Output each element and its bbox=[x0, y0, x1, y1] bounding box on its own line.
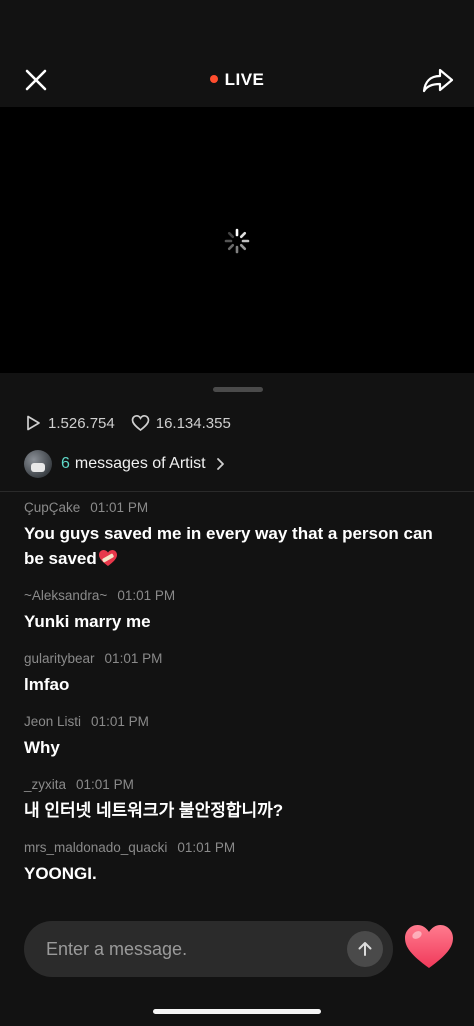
chat-message: mrs_maldonado_quacki 01:01 PM YOONGI. bbox=[24, 839, 454, 886]
message-time: 01:01 PM bbox=[90, 500, 149, 515]
live-label: LIVE bbox=[224, 70, 265, 89]
live-dot bbox=[209, 75, 218, 83]
message-time: 01:01 PM bbox=[76, 777, 134, 792]
heart-outline-icon bbox=[131, 414, 150, 432]
chat-panel: 1.526.754 16.134.355 6 messages of Artis… bbox=[0, 373, 474, 1026]
artist-avatar bbox=[24, 450, 52, 478]
message-text: Yunki marry me bbox=[24, 612, 151, 631]
message-text: You guys saved me in every way that a pe… bbox=[24, 521, 454, 571]
chat-message: ~Aleksandra~ 01:01 PM Yunki marry me bbox=[24, 587, 454, 634]
play-icon bbox=[27, 415, 40, 431]
chevron-right-icon bbox=[216, 458, 224, 470]
message-text: YOONGI. bbox=[24, 864, 97, 883]
message-meta: mrs_maldonado_quacki 01:01 PM bbox=[24, 839, 454, 857]
message-time: 01:01 PM bbox=[117, 588, 176, 603]
message-meta: _zyxita 01:01 PM bbox=[24, 776, 454, 794]
message-text-content: You guys saved me in every way that a pe… bbox=[24, 524, 433, 568]
message-composer bbox=[24, 921, 393, 977]
message-time: 01:01 PM bbox=[104, 651, 163, 666]
share-button[interactable] bbox=[420, 64, 456, 96]
heart-with-bandage-icon bbox=[98, 550, 117, 566]
arrow-up-icon bbox=[358, 942, 372, 956]
chat-message: _zyxita 01:01 PM 내 인터넷 네트워크가 불안정합니까? bbox=[24, 776, 454, 823]
message-username[interactable]: ÇupÇake bbox=[24, 500, 80, 515]
like-button[interactable] bbox=[403, 923, 455, 971]
message-username[interactable]: _zyxita bbox=[24, 777, 66, 792]
video-player[interactable] bbox=[0, 107, 474, 373]
top-bar: LIVE bbox=[0, 0, 474, 107]
like-count-value: 16.134.355 bbox=[155, 414, 231, 432]
loading-spinner-icon bbox=[224, 228, 250, 254]
message-input[interactable] bbox=[46, 921, 346, 977]
send-button[interactable] bbox=[347, 931, 383, 967]
message-meta: gularitybear 01:01 PM bbox=[24, 650, 454, 668]
message-username[interactable]: ~Aleksandra~ bbox=[24, 588, 107, 603]
like-count: 16.134.355 bbox=[131, 414, 231, 432]
message-meta: Jeon Listi 01:01 PM bbox=[24, 713, 454, 731]
chat-message: ÇupÇake 01:01 PM You guys saved me in eve… bbox=[24, 499, 454, 571]
message-username[interactable]: mrs_maldonado_quacki bbox=[24, 840, 167, 855]
live-indicator: LIVE bbox=[0, 70, 474, 90]
drag-handle[interactable] bbox=[213, 387, 263, 392]
message-username[interactable]: gularitybear bbox=[24, 651, 95, 666]
divider bbox=[0, 491, 474, 492]
message-meta: ÇupÇake 01:01 PM bbox=[24, 499, 454, 517]
message-time: 01:01 PM bbox=[91, 714, 149, 729]
share-icon bbox=[422, 68, 454, 93]
home-indicator bbox=[153, 1009, 321, 1014]
message-text: lmfao bbox=[24, 675, 70, 694]
heart-icon bbox=[405, 925, 453, 968]
message-time: 01:01 PM bbox=[177, 840, 236, 855]
message-text: 내 인터넷 네트워크가 불안정합니까? bbox=[24, 801, 284, 820]
message-meta: ~Aleksandra~ 01:01 PM bbox=[24, 587, 454, 605]
play-count-value: 1.526.754 bbox=[48, 414, 115, 432]
artist-messages-count: 6 bbox=[61, 455, 70, 472]
stats-row: 1.526.754 16.134.355 bbox=[24, 413, 247, 433]
chat-message: gularitybear 01:01 PM lmfao bbox=[24, 650, 454, 697]
message-username[interactable]: Jeon Listi bbox=[24, 714, 81, 729]
artist-messages-label: messages of Artist bbox=[74, 455, 206, 472]
message-text: Why bbox=[24, 738, 60, 757]
chat-message: Jeon Listi 01:01 PM Why bbox=[24, 713, 454, 760]
artist-messages-link[interactable]: 6 messages of Artist bbox=[24, 450, 225, 478]
play-count: 1.526.754 bbox=[24, 414, 115, 432]
